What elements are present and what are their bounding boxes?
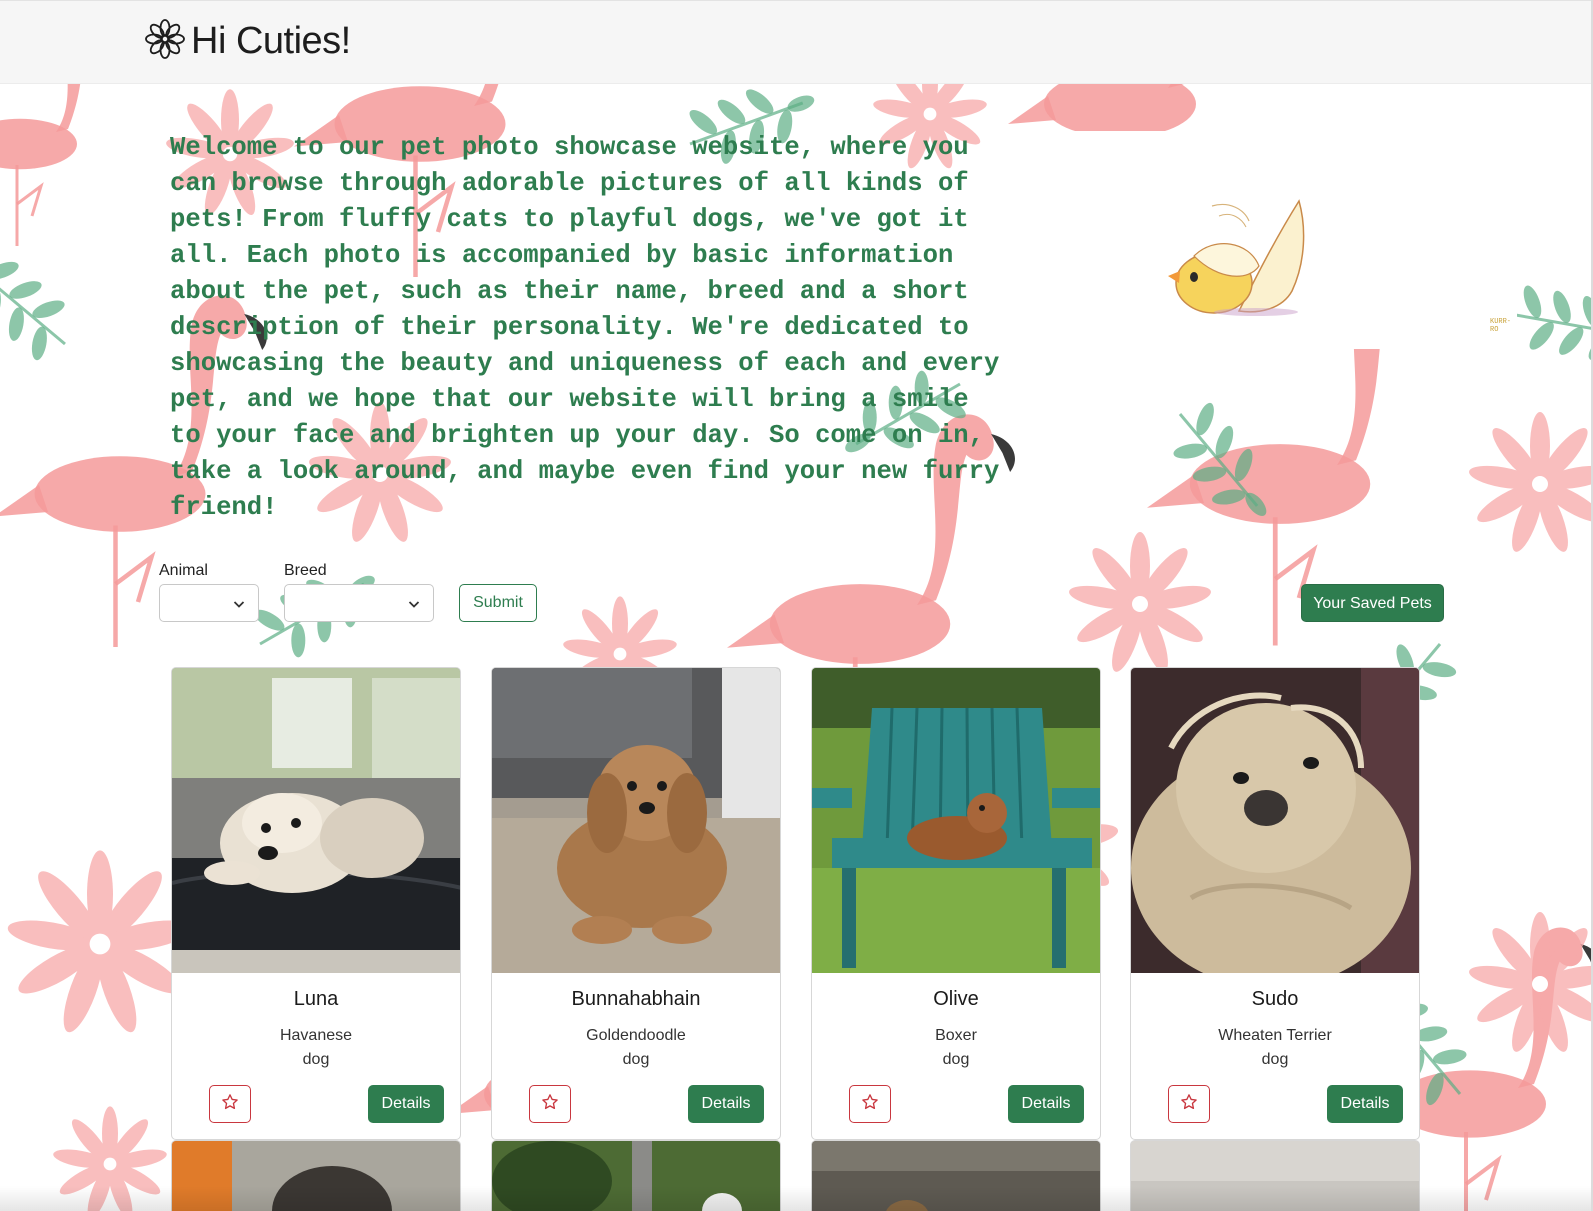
site-title: Hi Cuties! — [191, 19, 351, 62]
pet-species: dog — [942, 1051, 970, 1068]
star-icon — [1180, 1093, 1198, 1116]
pet-name: Olive — [933, 988, 979, 1010]
pet-card: Bunnahabhain Goldendoodle dog Details — [491, 667, 781, 1140]
favorite-button[interactable] — [529, 1085, 571, 1123]
favorite-button[interactable] — [209, 1085, 251, 1123]
chevron-down-icon — [408, 597, 420, 615]
flower-icon — [145, 18, 185, 64]
brand-link[interactable]: Hi Cuties! — [145, 18, 351, 64]
pet-name: Bunnahabhain — [571, 988, 701, 1010]
saved-pets-button[interactable]: Your Saved Pets — [1301, 584, 1444, 622]
hero-image: KURR-RO — [1044, 131, 1517, 349]
bottom-shadow — [0, 1186, 1593, 1211]
pet-card: Sudo Wheaten Terrier dog Details — [1130, 667, 1420, 1140]
navbar: Hi Cuties! — [0, 0, 1593, 84]
pet-breed: Goldendoodle — [586, 1027, 686, 1044]
breed-label: Breed — [284, 562, 327, 579]
pet-species: dog — [622, 1051, 650, 1068]
star-icon — [861, 1093, 879, 1116]
pet-photo — [172, 668, 460, 973]
submit-button[interactable]: Submit — [459, 584, 537, 622]
pet-card: Olive Boxer dog Details — [811, 667, 1101, 1140]
animal-label: Animal — [159, 562, 208, 579]
details-button[interactable]: Details — [688, 1085, 764, 1123]
chevron-down-icon — [233, 597, 245, 615]
hero-caption: KURR-RO — [1490, 318, 1512, 334]
pet-name: Luna — [293, 988, 339, 1010]
details-button[interactable]: Details — [368, 1085, 444, 1123]
pet-photo — [812, 668, 1100, 973]
favorite-button[interactable] — [849, 1085, 891, 1123]
pet-name: Sudo — [1251, 988, 1299, 1010]
welcome-text: Welcome to our pet photo showcase websit… — [170, 133, 1000, 522]
star-icon — [221, 1093, 239, 1116]
pet-card: Luna Havanese dog Details — [171, 667, 461, 1140]
favorite-button[interactable] — [1168, 1085, 1210, 1123]
pet-breed: Boxer — [935, 1027, 977, 1044]
animal-select[interactable] — [159, 584, 259, 622]
star-icon — [541, 1093, 559, 1116]
details-button[interactable]: Details — [1327, 1085, 1403, 1123]
details-button[interactable]: Details — [1008, 1085, 1084, 1123]
breed-select[interactable] — [284, 584, 434, 622]
pet-species: dog — [1261, 1051, 1289, 1068]
pet-breed: Wheaten Terrier — [1218, 1027, 1332, 1044]
pet-species: dog — [302, 1051, 330, 1068]
pet-photo — [1131, 668, 1419, 973]
pet-breed: Havanese — [279, 1027, 353, 1044]
pet-photo — [492, 668, 780, 973]
